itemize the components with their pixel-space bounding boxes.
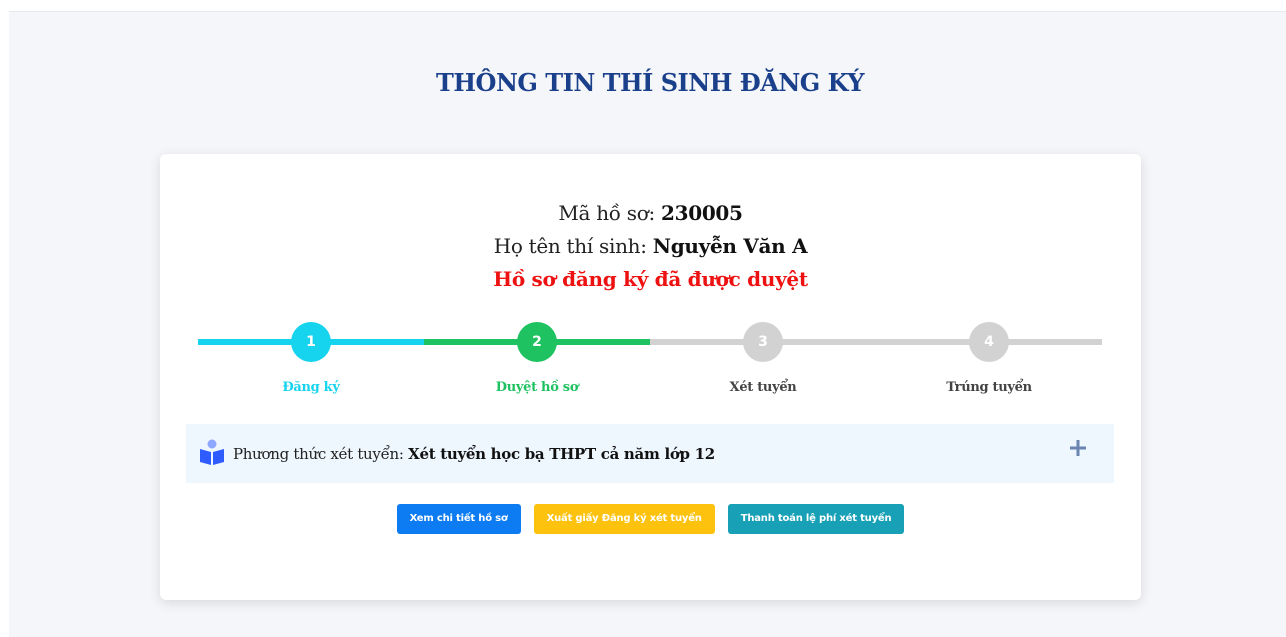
admission-method-text: Phương thức xét tuyển: Xét tuyển học bạ … [233, 445, 715, 463]
profile-code-value: 230005 [660, 201, 743, 225]
action-buttons: Xem chi tiết hồ sơ Xuất giấy Đăng ký xét… [160, 504, 1141, 534]
export-registration-button[interactable]: Xuất giấy Đăng ký xét tuyển [533, 504, 715, 534]
registration-card: Mã hồ sơ: 230005 Họ tên thí sinh: Nguyễn… [160, 154, 1141, 600]
step-3-label: Xét tuyển [729, 380, 797, 395]
candidate-name-label: Họ tên thí sinh: [493, 234, 647, 258]
reading-book-icon [200, 439, 224, 465]
view-details-button[interactable]: Xem chi tiết hồ sơ [396, 504, 521, 534]
step-4-circle: 4 [969, 322, 1009, 362]
step-3-circle: 3 [743, 322, 783, 362]
admission-method-value: Xét tuyển học bạ THPT cả năm lớp 12 [408, 445, 715, 463]
step-2-label: Duyệt hồ sơ [495, 380, 579, 395]
step-2-circle: 2 [517, 322, 557, 362]
admission-method-accordion[interactable]: Phương thức xét tuyển: Xét tuyển học bạ … [186, 424, 1114, 483]
profile-code-line: Mã hồ sơ: 230005 [160, 201, 1141, 225]
admission-method-label: Phương thức xét tuyển: [233, 445, 404, 463]
profile-code-label: Mã hồ sơ: [558, 201, 655, 225]
pay-fee-button[interactable]: Thanh toán lệ phí xét tuyển [727, 504, 905, 534]
plus-icon[interactable] [1068, 438, 1088, 458]
candidate-name-value: Nguyễn Văn A [652, 234, 808, 258]
page-title: THÔNG TIN THÍ SINH ĐĂNG KÝ [436, 68, 865, 97]
application-status: Hồ sơ đăng ký đã được duyệt [493, 267, 808, 291]
step-1-label: Đăng ký [282, 380, 340, 395]
step-4-label: Trúng tuyển [946, 380, 1032, 395]
candidate-name-line: Họ tên thí sinh: Nguyễn Văn A [160, 234, 1141, 258]
progress-stepper: 1 2 3 4 Đăng ký Duyệt hồ sơ Xét tuyển Tr… [198, 320, 1102, 395]
step-1-circle: 1 [291, 322, 331, 362]
